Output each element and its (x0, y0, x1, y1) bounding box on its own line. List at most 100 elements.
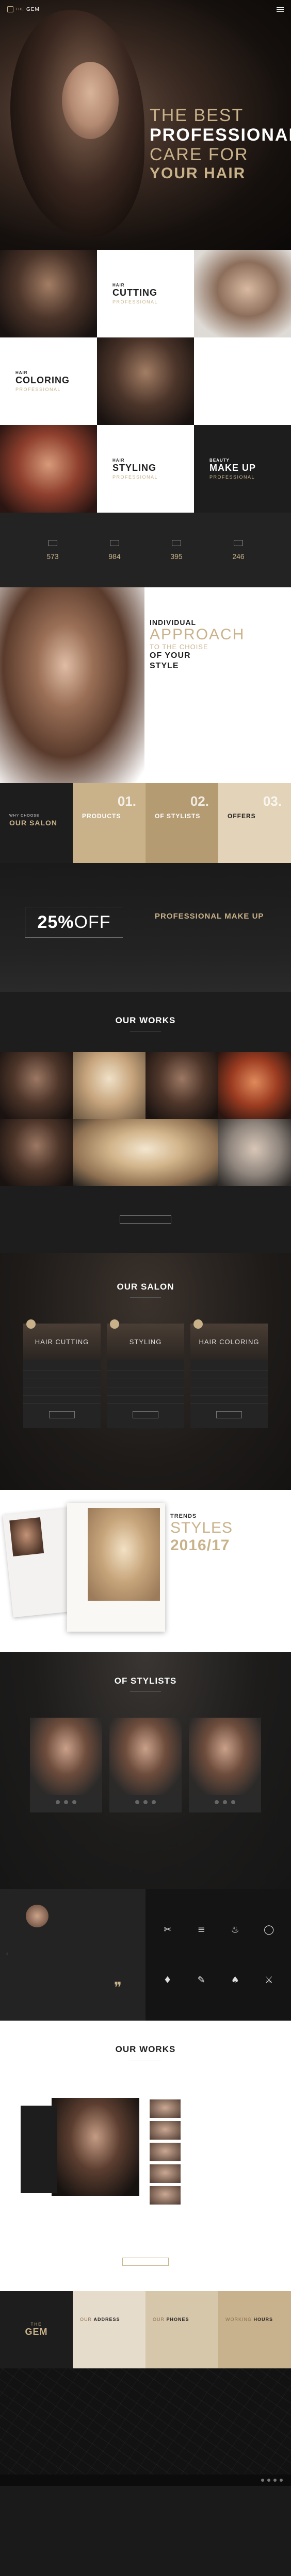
gallery-item[interactable] (146, 1052, 218, 1119)
stats-counter-section: 573 984 395 246 (0, 513, 291, 587)
gallery-item[interactable] (0, 1052, 73, 1119)
featured-work[interactable] (21, 2098, 139, 2196)
price-badge-icon (26, 1319, 36, 1329)
gallery-item[interactable] (0, 1119, 73, 1186)
location-map[interactable] (0, 2368, 291, 2475)
salon-title: OUR SALON (117, 1282, 174, 1292)
approach-text: INDIVIDUAL APPROACH TO THE CHOISE OF YOU… (150, 618, 245, 671)
promo-text: PROFESSIONAL MAKE UP (155, 912, 264, 921)
stylist-social-icons (109, 1795, 182, 1812)
trends-label: TRENDS (170, 1513, 197, 1519)
feature-title: PRODUCTS (82, 812, 121, 820)
logo-mark-icon (7, 6, 13, 12)
service-hair-styling[interactable]: HAIR STYLING PROFESSIONAL (97, 425, 194, 513)
service-subtitle: PROFESSIONAL (112, 474, 158, 480)
stylist-photo (189, 1718, 261, 1795)
stylist-card[interactable] (109, 1718, 182, 1812)
services-icons-panel: ✂ ≡ ♨ ◯ ♦ ✎ ♠ ⚔ (146, 1889, 291, 2021)
work-list-item[interactable] (150, 2184, 273, 2206)
price-row (23, 1379, 101, 1387)
stat-value: 246 (232, 552, 245, 561)
hero-line-2: PROFESSIONAL (150, 125, 291, 145)
razor-icon: ⚔ (265, 1974, 273, 1986)
view-gallery-button[interactable] (120, 1215, 171, 1224)
work-list-item[interactable] (150, 2141, 273, 2163)
works2-title: OUR WORKS (115, 2044, 176, 2054)
features-intro: WHY CHOOSE OUR SALON (0, 783, 73, 863)
stat-icon (172, 539, 181, 546)
price-badge-icon (193, 1319, 203, 1329)
price-row (107, 1363, 184, 1371)
service-title: MAKE UP (209, 463, 256, 473)
social-icon[interactable] (152, 1800, 156, 1804)
pricing-card-title: STYLING (129, 1337, 162, 1346)
feature-title: OF STYLISTS (155, 812, 201, 820)
service-hair-coloring[interactable]: HAIR COLORING PROFESSIONAL (0, 337, 97, 425)
work-thumbnail (150, 2099, 181, 2118)
price-row (190, 1396, 268, 1404)
feature-number: 03. (263, 793, 282, 809)
works-section: OUR WORKS (0, 992, 291, 1253)
service-icon-item: ✎ (185, 1955, 219, 2006)
lipstick-icon: ♦ (163, 1974, 172, 1986)
salon-features: WHY CHOOSE OUR SALON 01. PRODUCTS 02. OF… (0, 783, 291, 863)
social-icon[interactable] (72, 1800, 76, 1804)
social-icon[interactable] (135, 1800, 139, 1804)
footer-logo[interactable]: THE GEM (0, 2291, 73, 2368)
pricing-buy-button[interactable] (49, 1411, 75, 1418)
trends-title: STYLES (170, 1519, 233, 1536)
work-list-item[interactable] (150, 2098, 273, 2120)
works-list (150, 2098, 273, 2206)
service-title: CUTTING (112, 287, 157, 298)
pricing-buy-button[interactable] (216, 1411, 242, 1418)
service-hair-cutting[interactable]: HAIR CUTTING PROFESSIONAL (97, 250, 194, 337)
top-navigation: THE GEM (0, 0, 291, 19)
price-row (23, 1387, 101, 1396)
social-icon[interactable] (223, 1800, 227, 1804)
hamburger-menu-icon[interactable] (277, 7, 284, 12)
pricing-card: HAIR CUTTING (23, 1319, 101, 1428)
stat-value: 395 (170, 552, 183, 561)
work-list-item[interactable] (150, 2120, 273, 2141)
social-icon[interactable] (261, 2479, 264, 2482)
gallery-item[interactable] (218, 1119, 291, 1186)
pricing-button-wrap (190, 1407, 268, 1428)
service-beauty-makeup[interactable]: BEAUTY MAKE UP PROFESSIONAL (194, 425, 291, 513)
social-icon[interactable] (280, 2479, 283, 2482)
social-icon[interactable] (215, 1800, 219, 1804)
social-icon[interactable] (143, 1800, 148, 1804)
load-more-button[interactable] (122, 2258, 169, 2266)
magazine-front-image (67, 1503, 165, 1632)
contact-strip: THE GEM OUR ADDRESS OUR PHONES WORKING H… (0, 2291, 291, 2368)
service-icon-item: ✂ (151, 1905, 185, 1955)
site-logo[interactable]: THE GEM (7, 6, 40, 12)
discount-box: 25% OFF (25, 907, 123, 938)
features-intro-small: WHY CHOOSE (9, 814, 40, 818)
social-icon[interactable] (267, 2479, 270, 2482)
service-small-label: BEAUTY (209, 458, 230, 463)
social-icon[interactable] (231, 1800, 235, 1804)
slider-prev-icon[interactable]: ‹ (6, 1951, 8, 1957)
work-thumbnail (150, 2143, 181, 2161)
services-grid: HAIR CUTTING PROFESSIONAL HAIR COLORING … (0, 250, 291, 513)
contact-heading: OUR PHONES (153, 2317, 211, 2322)
gallery-item[interactable] (218, 1052, 291, 1119)
contact-heading: WORKING HOURS (225, 2317, 284, 2322)
work-list-item[interactable] (150, 2163, 273, 2184)
social-icon[interactable] (56, 1800, 60, 1804)
stat-icon (110, 539, 119, 546)
price-row (190, 1371, 268, 1379)
social-icon[interactable] (273, 2479, 277, 2482)
stat-item: 984 (94, 539, 135, 561)
stylist-card[interactable] (30, 1718, 102, 1812)
approach-line-4: OF YOUR (150, 651, 191, 660)
gallery-item[interactable] (73, 1052, 146, 1119)
social-icon[interactable] (64, 1800, 68, 1804)
stylist-card[interactable] (189, 1718, 261, 1812)
logo-prefix: THE (15, 7, 24, 11)
price-row (107, 1387, 184, 1396)
stylist-cards (0, 1718, 291, 1812)
featured-work-image (52, 2098, 139, 2196)
pricing-buy-button[interactable] (133, 1411, 158, 1418)
gallery-item-featured[interactable] (73, 1119, 218, 1186)
